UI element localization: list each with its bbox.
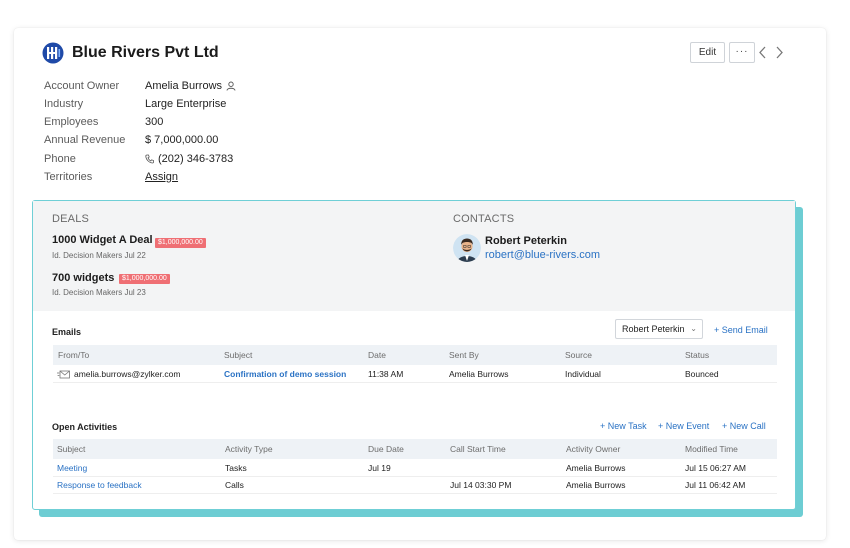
deal-stage-text: Id. Decision Makers Jul 23	[52, 288, 146, 297]
column-header[interactable]: Subject	[224, 345, 252, 365]
user-icon	[226, 81, 236, 91]
activity-modified-cell: Jul 15 06:27 AM	[685, 463, 746, 473]
activity-subject-link[interactable]: Response to feedback	[57, 477, 142, 494]
email-from-cell: amelia.burrows@zylker.com	[57, 366, 180, 383]
more-options-button[interactable]: ···	[729, 42, 755, 63]
detail-value-wrap: (202) 346-3783	[145, 150, 233, 168]
deal-amount-badge: $1,000,000.00	[155, 238, 206, 248]
column-header[interactable]: Subject	[57, 439, 85, 459]
column-header[interactable]: Activity Owner	[566, 439, 620, 459]
email-sent-by-cell: Amelia Burrows	[449, 369, 509, 379]
table-row[interactable]: Response to feedback Calls Jul 14 03:30 …	[53, 477, 777, 494]
email-owner-select[interactable]: Robert Peterkin ⌄	[615, 319, 703, 339]
email-date-cell: 11:38 AM	[368, 369, 404, 379]
column-header[interactable]: Date	[368, 345, 386, 365]
detail-label: Employees	[44, 116, 99, 128]
deals-section-label: DEALS	[52, 213, 90, 225]
activity-due-cell: Jul 19	[368, 463, 391, 473]
detail-label: Annual Revenue	[44, 134, 126, 146]
deal-name-link[interactable]: 700 widgets	[52, 272, 114, 284]
new-call-button[interactable]: + New Call	[722, 421, 766, 431]
contacts-section-label: CONTACTS	[453, 213, 515, 225]
next-record-icon[interactable]	[773, 45, 785, 60]
activity-call-start-cell: Jul 14 03:30 PM	[450, 480, 512, 490]
activity-type-cell: Tasks	[225, 463, 247, 473]
activity-owner-cell: Amelia Burrows	[566, 463, 626, 473]
annual-revenue-value: $ 7,000,000.00	[145, 134, 219, 146]
mail-icon	[57, 370, 70, 379]
emails-section-title: Emails	[52, 327, 82, 337]
email-status-cell: Bounced	[685, 369, 719, 379]
column-header[interactable]: Sent By	[449, 345, 479, 365]
assign-territory-link[interactable]: Assign	[145, 168, 178, 186]
activities-table-header: Subject Activity Type Due Date Call Star…	[53, 439, 777, 459]
phone-value[interactable]: (202) 346-3783	[158, 150, 233, 168]
emails-table-header: From/To Subject Date Sent By Source Stat…	[53, 345, 777, 365]
activity-type-cell: Calls	[225, 480, 244, 490]
phone-icon	[145, 154, 154, 164]
column-header[interactable]: Activity Type	[225, 439, 273, 459]
deal-stage-text: Id. Decision Makers Jul 22	[52, 251, 146, 260]
column-header[interactable]: From/To	[58, 345, 89, 365]
activity-subject-link[interactable]: Meeting	[57, 460, 87, 477]
company-logo-icon	[42, 42, 64, 64]
previous-record-icon[interactable]	[757, 45, 769, 60]
new-task-button[interactable]: + New Task	[600, 421, 647, 431]
detail-label: Account Owner	[44, 80, 120, 92]
column-header[interactable]: Status	[685, 345, 709, 365]
detail-value-wrap: Amelia Burrows	[145, 77, 236, 95]
contact-name-link[interactable]: Robert Peterkin	[485, 235, 567, 247]
detail-value-wrap: Assign	[145, 168, 178, 186]
contact-email-link[interactable]: robert@blue-rivers.com	[485, 249, 600, 261]
detail-label: Phone	[44, 153, 76, 165]
account-owner-value: Amelia Burrows	[145, 80, 223, 92]
email-subject-link[interactable]: Confirmation of demo session	[224, 366, 346, 383]
deal-amount-badge: $1,000,000.00	[119, 274, 170, 284]
column-header[interactable]: Modified Time	[685, 439, 738, 459]
open-activities-title: Open Activities	[52, 422, 118, 432]
related-records-panel: DEALS 1000 Widget A Deal $1,000,000.00 I…	[32, 200, 796, 510]
activity-modified-cell: Jul 11 06:42 AM	[685, 480, 746, 490]
table-row[interactable]: Meeting Tasks Jul 19 Amelia Burrows Jul …	[53, 460, 777, 477]
edit-button[interactable]: Edit	[690, 42, 725, 63]
activity-owner-cell: Amelia Burrows	[566, 480, 626, 490]
deal-name-link[interactable]: 1000 Widget A Deal	[52, 234, 153, 246]
detail-label: Industry	[44, 98, 84, 110]
chevron-down-icon: ⌄	[690, 324, 697, 333]
table-row[interactable]: amelia.burrows@zylker.com Confirmation o…	[53, 366, 777, 383]
send-email-button[interactable]: + Send Email	[714, 325, 768, 335]
column-header[interactable]: Source	[565, 345, 592, 365]
email-source-cell: Individual	[565, 369, 601, 379]
email-from-address: amelia.burrows@zylker.com	[74, 369, 181, 379]
contact-avatar[interactable]	[453, 234, 481, 262]
industry-value: Large Enterprise	[145, 98, 227, 110]
account-name: Blue Rivers Pvt Ltd	[72, 44, 219, 61]
column-header[interactable]: Due Date	[368, 439, 404, 459]
new-event-button[interactable]: + New Event	[658, 421, 709, 431]
email-owner-select-value: Robert Peterkin	[622, 324, 685, 334]
detail-label: Territories	[44, 171, 93, 183]
summary-panel: DEALS 1000 Widget A Deal $1,000,000.00 I…	[33, 201, 795, 311]
employees-value: 300	[145, 116, 164, 128]
column-header[interactable]: Call Start Time	[450, 439, 506, 459]
